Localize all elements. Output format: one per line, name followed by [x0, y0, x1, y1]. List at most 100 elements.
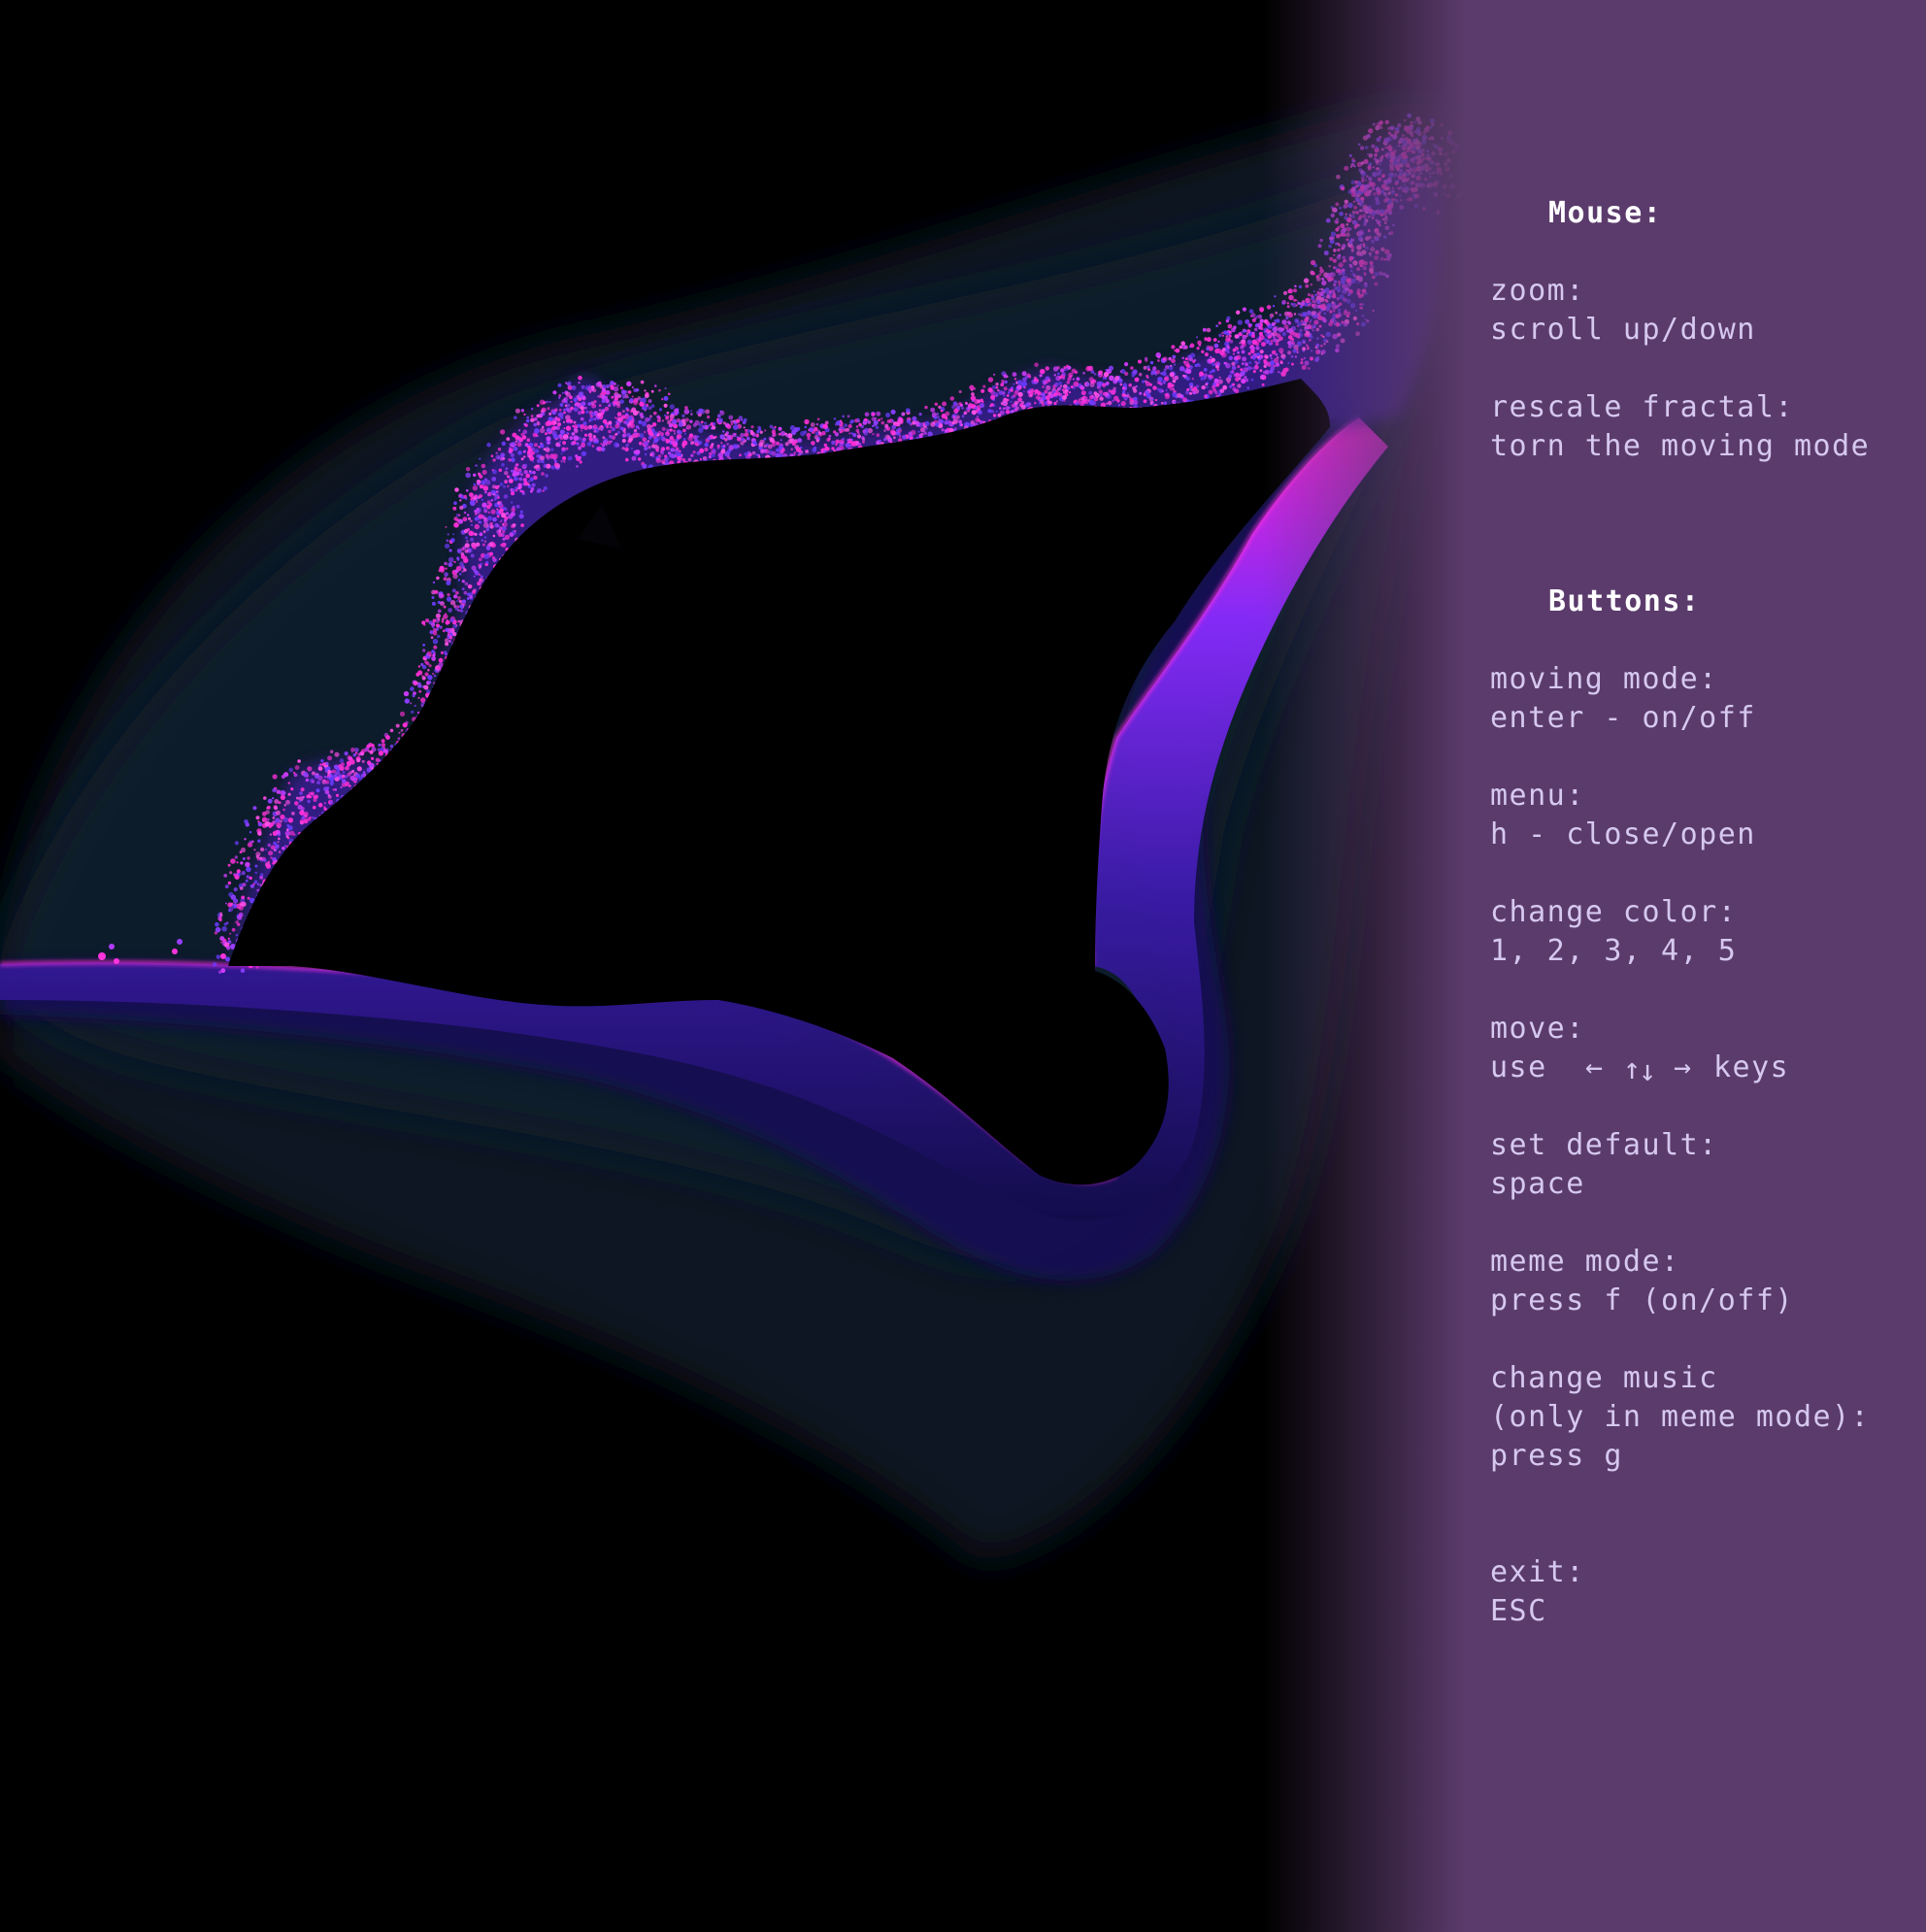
fractal-speckle — [371, 756, 375, 760]
fractal-speckle — [855, 428, 860, 433]
fractal-speckle — [482, 469, 487, 475]
fractal-speckle — [1241, 350, 1245, 354]
fractal-speckle — [605, 444, 608, 447]
fractal-speckle — [815, 422, 819, 426]
fractal-speckle — [1195, 384, 1200, 388]
fractal-speckle — [327, 755, 333, 761]
fractal-speckle — [1247, 351, 1251, 355]
fractal-speckle — [440, 650, 444, 655]
fractal-speckle — [608, 420, 613, 425]
fractal-speckle — [242, 883, 247, 887]
fractal-speckle — [537, 468, 540, 471]
fractal-speckle — [451, 588, 456, 593]
fractal-speckle — [1234, 359, 1239, 364]
fractal-speckle — [470, 519, 473, 522]
fractal-speckle — [445, 613, 448, 616]
fractal-speckle — [1038, 402, 1041, 405]
fractal-speckle — [545, 474, 548, 478]
fractal-speckle — [370, 764, 373, 767]
fractal-speckle — [1056, 372, 1060, 376]
fractal-speckle — [550, 465, 555, 470]
fractal-speckle — [1112, 399, 1114, 402]
fractal-speckle — [1252, 367, 1255, 370]
fractal-speckle — [1108, 400, 1112, 406]
fractal-speckle — [404, 698, 410, 704]
fractal-speckle — [967, 405, 972, 410]
fractal-speckle — [1173, 363, 1177, 366]
fractal-speckle — [1246, 386, 1249, 389]
fractal-speckle — [1066, 386, 1071, 390]
fractal-speckle — [277, 841, 280, 844]
fractal-speckle — [627, 426, 630, 429]
fractal-speckle — [1017, 380, 1023, 385]
fractal-speckle — [871, 412, 876, 416]
fractal-speckle — [1166, 375, 1169, 378]
fractal-speckle — [1054, 392, 1058, 396]
fractal-speckle — [1206, 348, 1209, 350]
fractal-speckle — [848, 420, 853, 424]
fractal-speckle — [1133, 400, 1139, 405]
fractal-speckle — [547, 441, 550, 445]
fractal-speckle — [475, 464, 478, 467]
fractal-speckle — [554, 408, 558, 413]
fractal-speckle — [567, 455, 573, 461]
fractal-speckle — [549, 453, 555, 459]
fractal-speckle — [543, 485, 548, 491]
fractal-speckle — [550, 448, 554, 451]
fractal-speckle — [500, 518, 503, 521]
fractal-speckle — [576, 465, 579, 468]
fractal-speckle — [1163, 401, 1168, 405]
fractal-speckle — [495, 451, 498, 454]
fractal-speckle — [456, 556, 460, 560]
fractal-speckle — [901, 412, 906, 416]
fractal-speckle — [512, 523, 516, 527]
fractal-speckle — [529, 477, 534, 482]
fractal-speckle — [644, 441, 649, 447]
fractal-speckle — [518, 514, 524, 519]
fractal-speckle — [924, 405, 928, 410]
fractal-speckle — [814, 435, 819, 440]
fractal-speckle — [717, 452, 723, 458]
fractal-speckle — [683, 432, 686, 435]
fractal-speckle — [647, 423, 651, 429]
fractal-speckle — [1003, 386, 1008, 391]
fractal-speckle — [806, 432, 812, 438]
fractal-speckle — [239, 850, 243, 853]
fractal-speckle — [283, 772, 289, 778]
fractal-speckle — [469, 532, 473, 535]
fractal-speckle — [1189, 343, 1195, 349]
fractal-speckle — [1212, 369, 1215, 373]
fractal-speckle — [436, 576, 440, 581]
fractal-speckle — [521, 489, 525, 494]
fractal-speckle — [873, 423, 877, 427]
fractal-speckle — [637, 411, 640, 414]
fractal-speckle — [800, 446, 803, 450]
fractal-speckle — [939, 424, 942, 427]
fractal-speckle — [977, 399, 980, 404]
fractal-speckle — [1085, 383, 1090, 386]
fractal-speckle — [560, 459, 564, 463]
fractal-speckle — [880, 420, 885, 425]
fractal-speckle — [219, 914, 223, 917]
fractal-speckle — [1106, 382, 1110, 385]
fractal-speckle — [1231, 365, 1237, 371]
fractal-speckle — [272, 787, 277, 793]
fractal-speckle — [682, 428, 686, 433]
fractal-speckle — [699, 409, 706, 415]
fractal-speckle — [338, 764, 342, 768]
fractal-speckle — [1011, 395, 1014, 399]
fractal-speckle — [448, 608, 452, 613]
fractal-viewport[interactable]: Mouse: zoom: scroll up/down rescale frac… — [0, 0, 1926, 1932]
fractal-speckle — [940, 409, 944, 413]
fractal-speckle — [444, 561, 448, 566]
fractal-speckle — [1088, 390, 1093, 395]
fractal-speckle — [471, 565, 477, 571]
fractal-speckle — [570, 441, 575, 446]
fractal-speckle — [502, 523, 505, 526]
fractal-speckle — [656, 433, 660, 437]
fractal-speckle — [751, 450, 756, 455]
fractal-speckle — [709, 452, 713, 455]
fractal-speckle — [534, 428, 540, 434]
fractal-speckle — [491, 477, 497, 482]
fractal-speckle — [457, 579, 461, 582]
